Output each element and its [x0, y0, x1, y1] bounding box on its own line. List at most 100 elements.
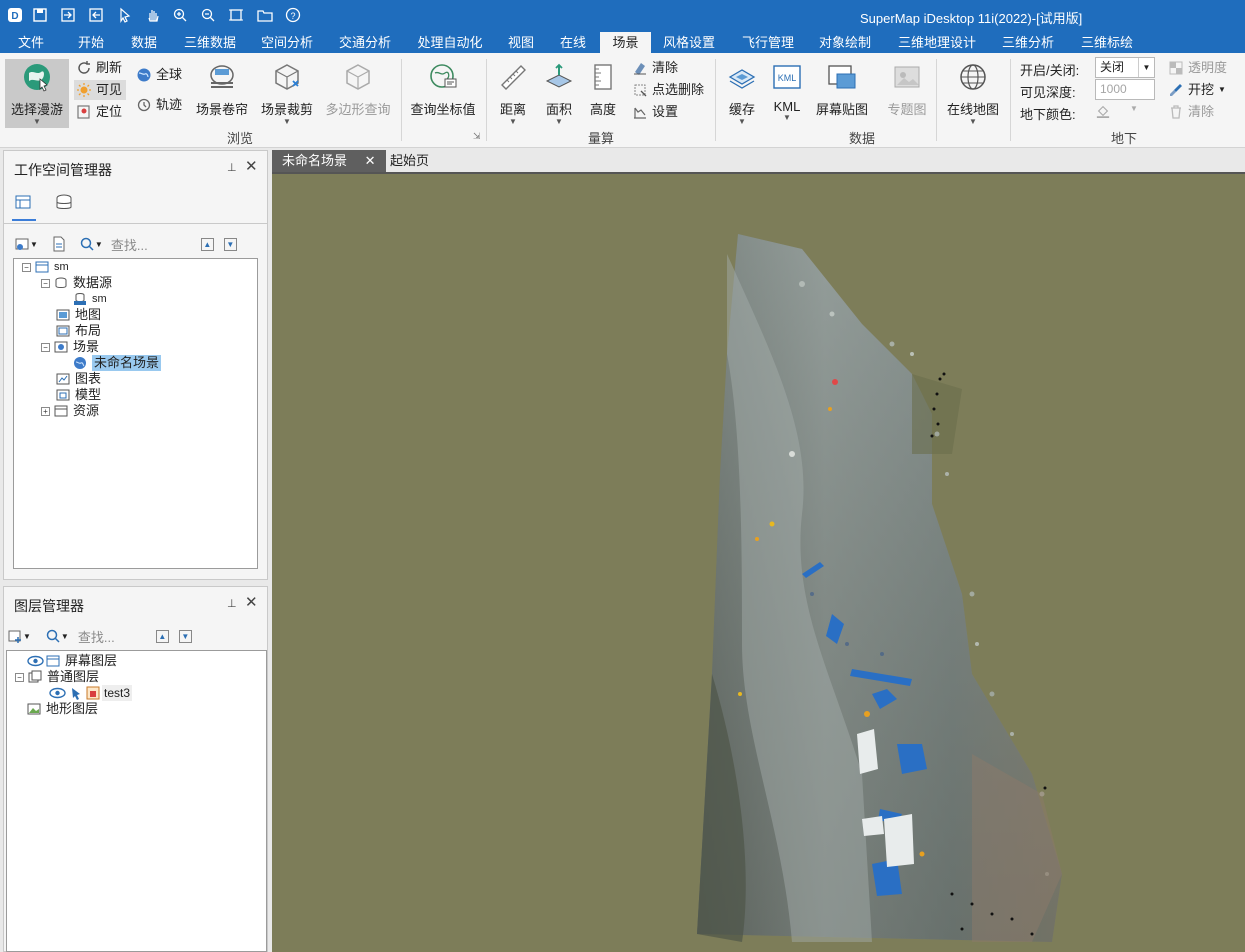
- underground-clear-button[interactable]: 清除: [1168, 102, 1214, 122]
- chevron-down-icon[interactable]: ▼: [23, 632, 31, 641]
- pin-icon[interactable]: ⊥: [227, 161, 237, 174]
- excavate-button[interactable]: 开挖 ▼: [1168, 80, 1226, 100]
- refresh-button[interactable]: 刷新: [76, 58, 122, 78]
- menu-tab-traffic-analysis[interactable]: 交通分析: [332, 32, 398, 53]
- tree-node-datasources[interactable]: − 数据源: [41, 275, 112, 291]
- tree-node-scenes[interactable]: − 场景: [41, 339, 99, 355]
- collapse-icon[interactable]: −: [41, 278, 50, 288]
- menu-tab-style-settings[interactable]: 风格设置: [656, 32, 722, 53]
- measure-clear-button[interactable]: 清除: [632, 58, 678, 78]
- scene-view[interactable]: [272, 172, 1245, 952]
- workspace-tab[interactable]: [12, 193, 36, 221]
- scene-roller-button[interactable]: 场景卷帘: [194, 59, 250, 118]
- tab-start-page[interactable]: 起始页: [380, 150, 439, 172]
- tree-node-layer-test3[interactable]: test3: [49, 685, 133, 701]
- zoom-in-icon[interactable]: [170, 5, 190, 25]
- app-logo-icon[interactable]: D: [5, 5, 25, 25]
- eye-visible-icon[interactable]: [27, 655, 44, 667]
- locate-button[interactable]: 定位: [76, 102, 122, 122]
- online-map-button[interactable]: 在线地图 ▼: [944, 59, 1002, 126]
- tree-node-layouts[interactable]: 布局: [56, 323, 101, 339]
- tree-node-maps[interactable]: 地图: [56, 307, 101, 323]
- underground-onoff-select[interactable]: 关闭 ▼: [1095, 57, 1155, 78]
- help-icon[interactable]: ?: [283, 5, 303, 25]
- open-workspace-icon[interactable]: [14, 236, 30, 252]
- search-up-icon[interactable]: ▲: [155, 629, 169, 643]
- menu-tab-online[interactable]: 在线: [551, 32, 595, 53]
- menu-tab-view[interactable]: 视图: [499, 32, 543, 53]
- export-icon[interactable]: [86, 5, 106, 25]
- collapse-icon[interactable]: −: [15, 672, 24, 682]
- point-delete-button[interactable]: 点选删除: [632, 80, 704, 100]
- workspace-search-input[interactable]: 查找...: [111, 235, 201, 254]
- save-icon[interactable]: [30, 5, 50, 25]
- menu-tab-file[interactable]: 文件: [5, 32, 57, 53]
- pin-icon[interactable]: ⊥: [227, 597, 237, 610]
- search-down-icon[interactable]: ▼: [178, 629, 192, 643]
- dialog-launcher-icon[interactable]: ⇲: [473, 131, 481, 142]
- kml-button[interactable]: KML KML ▼: [768, 59, 806, 122]
- zoom-out-icon[interactable]: [198, 5, 218, 25]
- area-button[interactable]: 面积 ▼: [540, 59, 578, 126]
- tab-untitled-scene[interactable]: 未命名场景 ✕: [272, 150, 386, 172]
- menu-tab-3d-data[interactable]: 三维数据: [177, 32, 243, 53]
- full-extent-icon[interactable]: [226, 5, 246, 25]
- search-icon[interactable]: [79, 236, 95, 252]
- thematic-map-button[interactable]: 专题图: [884, 59, 930, 118]
- open-folder-icon[interactable]: [255, 5, 275, 25]
- close-tab-icon[interactable]: ✕: [365, 153, 376, 168]
- pan-hand-icon[interactable]: [143, 5, 163, 25]
- menu-tab-data[interactable]: 数据: [122, 32, 166, 53]
- distance-button[interactable]: 距离 ▼: [494, 59, 532, 126]
- globe-button[interactable]: 全球: [136, 65, 182, 85]
- transparency-button[interactable]: 透明度: [1168, 58, 1227, 78]
- menu-tab-spatial-analysis[interactable]: 空间分析: [254, 32, 320, 53]
- tree-node-workspace-root[interactable]: − sm: [22, 259, 69, 275]
- chevron-down-icon[interactable]: ▼: [61, 632, 69, 641]
- menu-tab-flight-management[interactable]: 飞行管理: [735, 32, 801, 53]
- menu-tab-3d-analysis[interactable]: 三维分析: [994, 32, 1062, 53]
- chevron-down-icon[interactable]: ▼: [95, 240, 103, 249]
- tree-node-resources[interactable]: + 资源: [41, 403, 99, 419]
- select-pointer-icon[interactable]: [115, 5, 135, 25]
- menu-tab-3d-plotting[interactable]: 三维标绘: [1073, 32, 1141, 53]
- visible-depth-input[interactable]: 1000: [1095, 79, 1155, 100]
- search-up-icon[interactable]: ▲: [200, 237, 214, 251]
- chevron-down-icon[interactable]: ▼: [1138, 58, 1154, 77]
- close-icon[interactable]: ✕: [245, 157, 258, 175]
- menu-tab-3d-geo-design[interactable]: 三维地理设计: [889, 32, 985, 53]
- screen-texture-button[interactable]: 屏幕贴图: [814, 59, 870, 118]
- expand-icon[interactable]: +: [41, 406, 50, 416]
- chevron-down-icon[interactable]: ▼: [30, 240, 38, 249]
- tree-node-terrain-layers[interactable]: 地形图层: [27, 701, 98, 717]
- tree-node-screen-layers[interactable]: 屏幕图层: [27, 653, 117, 669]
- menu-tab-object-drawing[interactable]: 对象绘制: [812, 32, 878, 53]
- search-down-icon[interactable]: ▼: [223, 237, 237, 251]
- height-button[interactable]: 高度: [584, 59, 622, 118]
- selectable-pointer-icon[interactable]: [69, 686, 83, 700]
- tree-node-normal-layers[interactable]: − 普通图层: [15, 669, 99, 685]
- close-icon[interactable]: ✕: [245, 593, 258, 611]
- visible-button[interactable]: 可见: [74, 80, 127, 100]
- eye-visible-icon[interactable]: [49, 687, 66, 699]
- track-button[interactable]: 轨迹: [136, 95, 182, 115]
- tree-node-models[interactable]: 模型: [56, 387, 101, 403]
- data-tab[interactable]: [52, 193, 74, 216]
- tree-node-untitled-scene[interactable]: 未命名场景: [73, 355, 162, 371]
- collapse-icon[interactable]: −: [41, 342, 50, 352]
- collapse-icon[interactable]: −: [22, 262, 31, 272]
- select-roam-button[interactable]: 选择漫游 ▼: [5, 59, 69, 128]
- menu-tab-start[interactable]: 开始: [69, 32, 113, 53]
- menu-tab-process-automation[interactable]: 处理自动化: [410, 32, 490, 53]
- tree-node-datasource-sm[interactable]: sm: [73, 291, 107, 307]
- menu-tab-scene[interactable]: 场景: [600, 32, 651, 53]
- search-icon[interactable]: [45, 628, 61, 644]
- cache-button[interactable]: 缓存 ▼: [722, 59, 762, 126]
- scene-clip-button[interactable]: 场景裁剪 ▼: [258, 59, 316, 126]
- underground-color-picker[interactable]: ▼: [1096, 104, 1146, 122]
- polygon-query-button[interactable]: 多边形查询: [325, 59, 391, 118]
- tree-node-charts[interactable]: 图表: [56, 371, 101, 387]
- add-layer-icon[interactable]: [7, 628, 23, 644]
- document-icon[interactable]: [51, 236, 67, 252]
- layer-search-input[interactable]: 查找...: [78, 627, 156, 646]
